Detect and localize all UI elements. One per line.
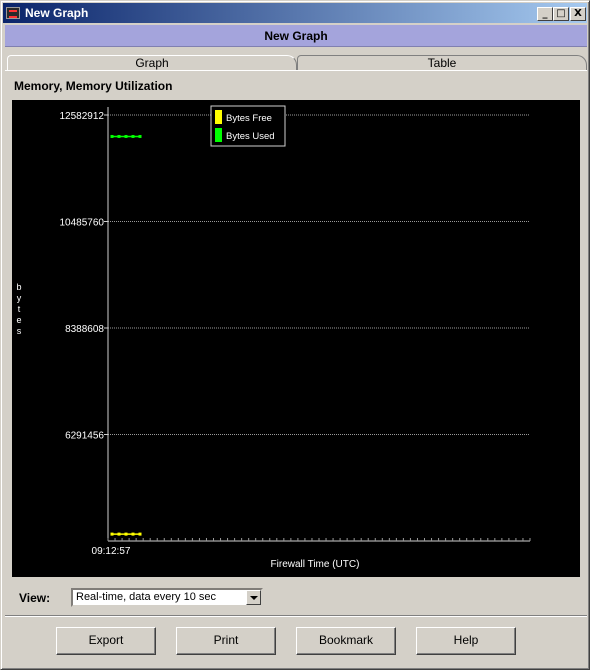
- y-tick-label: 10485760: [60, 218, 105, 229]
- app-icon: [6, 7, 20, 19]
- help-button[interactable]: Help: [416, 627, 516, 655]
- y-tick-label: 12582912: [60, 111, 105, 122]
- bookmark-button[interactable]: Bookmark: [296, 627, 396, 655]
- data-point: [138, 134, 142, 138]
- legend-swatch: [215, 110, 222, 124]
- legend-label: Bytes Free: [226, 113, 272, 124]
- y-axis-label-char: b: [16, 282, 22, 292]
- data-point: [131, 134, 135, 138]
- data-point: [110, 532, 114, 536]
- section-title: Memory, Memory Utilization: [14, 79, 173, 93]
- y-axis-label: bytes: [15, 282, 23, 337]
- view-select-value: Real-time, data every 10 sec: [76, 591, 217, 603]
- data-point: [110, 134, 114, 138]
- page-title: New Graph: [5, 25, 587, 47]
- x-axis-label: Firewall Time (UTC): [271, 559, 360, 570]
- close-button[interactable]: X: [570, 7, 586, 21]
- x-tick-label: 09:12:57: [92, 546, 131, 557]
- maximize-button[interactable]: □: [553, 7, 569, 21]
- minimize-button[interactable]: _: [537, 7, 553, 21]
- tab-table[interactable]: Table: [297, 55, 587, 71]
- export-button[interactable]: Export: [56, 627, 156, 655]
- data-point: [138, 532, 142, 536]
- window-title: New Graph: [25, 6, 89, 20]
- data-point: [124, 532, 128, 536]
- chevron-down-icon[interactable]: [246, 590, 261, 605]
- tab-graph[interactable]: Graph: [7, 55, 297, 71]
- y-axis-label-char: e: [16, 315, 22, 325]
- title-bar[interactable]: New Graph _ □ X: [3, 3, 587, 23]
- data-point: [117, 532, 121, 536]
- app-window: New Graph _ □ X New Graph Graph Table Me…: [0, 0, 590, 670]
- y-tick-label: 8388608: [65, 324, 104, 335]
- legend-swatch: [215, 128, 222, 142]
- legend-label: Bytes Used: [226, 131, 275, 142]
- y-axis-label-char: y: [16, 293, 22, 303]
- view-label: View:: [19, 591, 51, 605]
- data-point: [124, 134, 128, 138]
- chart-svg: 12582912 10485760 8388608 6291456 09:12:57 Fi…: [60, 105, 531, 570]
- y-axis-label-char: t: [17, 304, 21, 314]
- view-select[interactable]: Real-time, data every 10 sec: [71, 588, 263, 607]
- chart-panel: 12582912 10485760 8388608 6291456 09:12:57 Fi…: [12, 100, 580, 577]
- tab-divider: [5, 70, 587, 71]
- divider: [5, 615, 587, 617]
- print-button[interactable]: Print: [176, 627, 276, 655]
- data-point: [117, 134, 121, 138]
- data-point: [131, 532, 135, 536]
- y-tick-label: 6291456: [65, 431, 104, 442]
- y-axis-label-char: s: [16, 326, 22, 336]
